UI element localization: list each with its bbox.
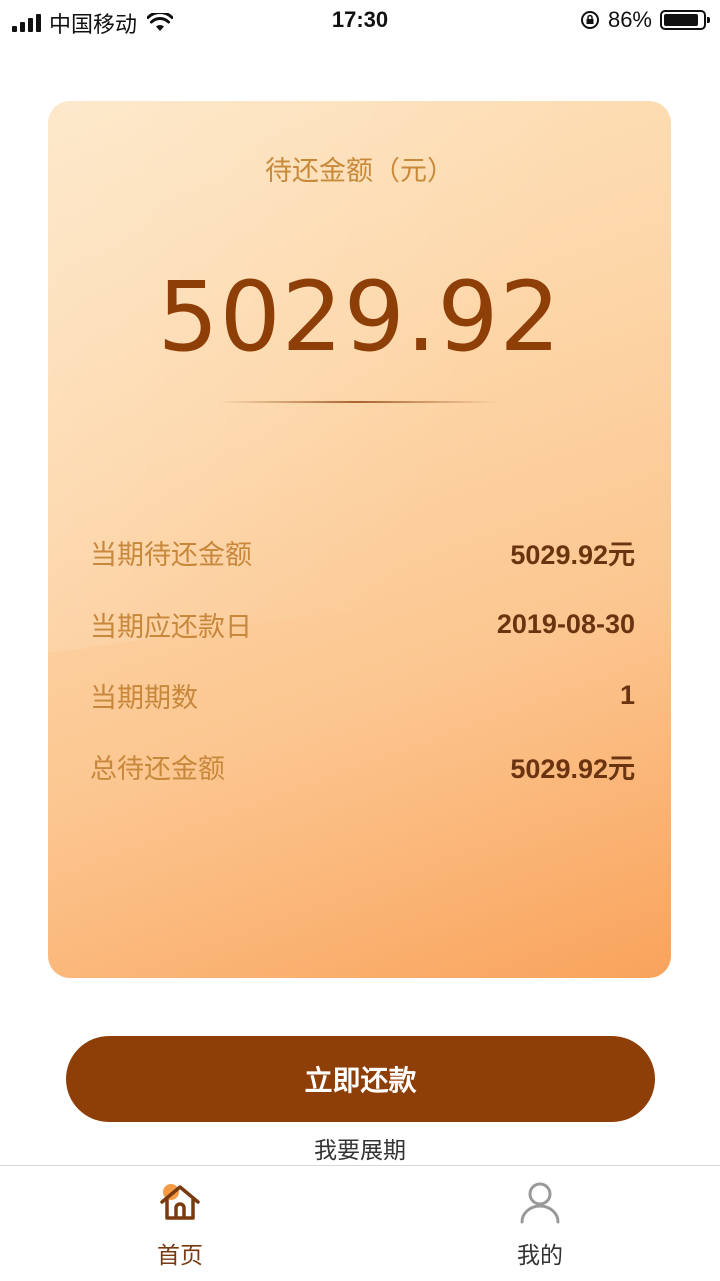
user-icon bbox=[520, 1182, 560, 1224]
home-icon bbox=[160, 1184, 200, 1220]
tab-mine-label: 我的 bbox=[517, 1243, 563, 1269]
repayment-card: 待还金额（元） 5029.92 当期待还金额 5029.92元 当期应还款日 2… bbox=[48, 101, 671, 978]
pay-now-button[interactable]: 立即还款 bbox=[66, 1036, 655, 1122]
detail-row-period: 当期期数 1 bbox=[90, 675, 635, 715]
rotation-lock-icon bbox=[580, 11, 599, 29]
detail-label: 当期待还金额 bbox=[90, 539, 252, 571]
detail-value: 5029.92元 bbox=[510, 539, 635, 570]
divider bbox=[218, 401, 498, 403]
battery-percent: 86% bbox=[607, 7, 652, 32]
battery-icon bbox=[660, 10, 710, 30]
status-bar: 中国移动 17:30 86% bbox=[0, 0, 720, 40]
detail-value: 1 bbox=[619, 679, 635, 710]
detail-value: 5029.92元 bbox=[510, 753, 635, 784]
detail-value: 2019-08-30 bbox=[496, 608, 635, 639]
extend-link[interactable]: 我要展期 bbox=[0, 1131, 720, 1165]
tab-home-label: 首页 bbox=[157, 1243, 203, 1269]
detail-label: 总待还金额 bbox=[90, 753, 225, 785]
amount-title: 待还金额（元） bbox=[265, 156, 454, 187]
detail-row-current-due: 当期待还金额 5029.92元 bbox=[90, 532, 635, 572]
tab-home[interactable]: 首页 bbox=[0, 1166, 360, 1281]
status-right: 86% bbox=[580, 7, 710, 33]
detail-row-due-date: 当期应还款日 2019-08-30 bbox=[90, 604, 635, 644]
detail-label: 当期应还款日 bbox=[90, 611, 252, 643]
detail-row-total-due: 总待还金额 5029.92元 bbox=[90, 746, 635, 786]
detail-label: 当期期数 bbox=[90, 682, 198, 714]
tab-bar: 首页 我的 bbox=[0, 1165, 720, 1281]
tab-mine[interactable]: 我的 bbox=[360, 1166, 720, 1281]
amount-due: 5029.92 bbox=[157, 261, 562, 373]
